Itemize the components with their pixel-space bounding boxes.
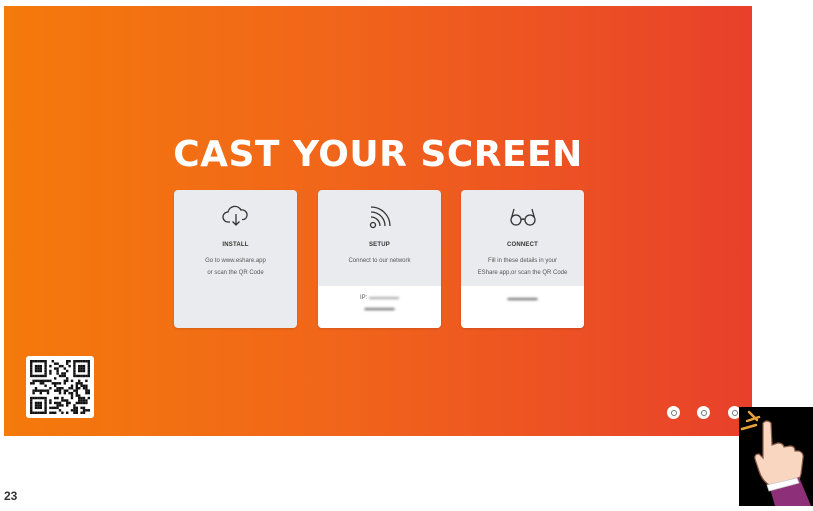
install-line-2: or scan the QR Code xyxy=(207,270,264,276)
install-heading: INSTALL xyxy=(222,242,249,248)
connect-details: ▬▬▬▬▬ xyxy=(461,286,584,328)
setup-line-1: Connect to our network xyxy=(348,258,411,264)
setup-ip-label: IP: ▬▬▬▬▬ xyxy=(359,295,399,301)
connect-line-2: EShare app,or scan the QR Code xyxy=(477,270,568,276)
ip-address-blurred: ▬▬▬▬▬ xyxy=(369,295,399,301)
connect-card: CONNECT Fill in these details in your ES… xyxy=(461,190,584,328)
wifi-signal-icon xyxy=(318,204,441,230)
cloud-download-icon xyxy=(174,204,297,230)
page-title: CAST YOUR SCREEN xyxy=(173,134,583,175)
install-line-1: Go to www.eshare.app xyxy=(205,258,266,264)
glasses-icon xyxy=(461,204,584,230)
setup-card: SETUP Connect to our network IP: ▬▬▬▬▬ ▬… xyxy=(318,190,441,328)
pointing-hand-icon xyxy=(739,407,813,506)
page-number: 23 xyxy=(4,489,18,503)
cast-screen: CAST YOUR SCREEN INSTALL Go to www.eshar… xyxy=(4,6,752,436)
setup-network-details: IP: ▬▬▬▬▬ ▬▬▬▬▬ xyxy=(318,286,441,328)
settings-small-icon[interactable] xyxy=(697,406,710,419)
device-name-blurred: ▬▬▬▬▬ xyxy=(507,296,538,302)
network-name-blurred: ▬▬▬▬▬ xyxy=(364,306,395,312)
setup-heading: SETUP xyxy=(368,242,390,248)
connect-line-1: Fill in these details in your xyxy=(487,258,558,264)
connect-heading: CONNECT xyxy=(506,242,539,248)
install-card: INSTALL Go to www.eshare.app or scan the… xyxy=(174,190,297,328)
settings-small-icon[interactable] xyxy=(667,406,680,419)
qr-code xyxy=(26,356,94,418)
